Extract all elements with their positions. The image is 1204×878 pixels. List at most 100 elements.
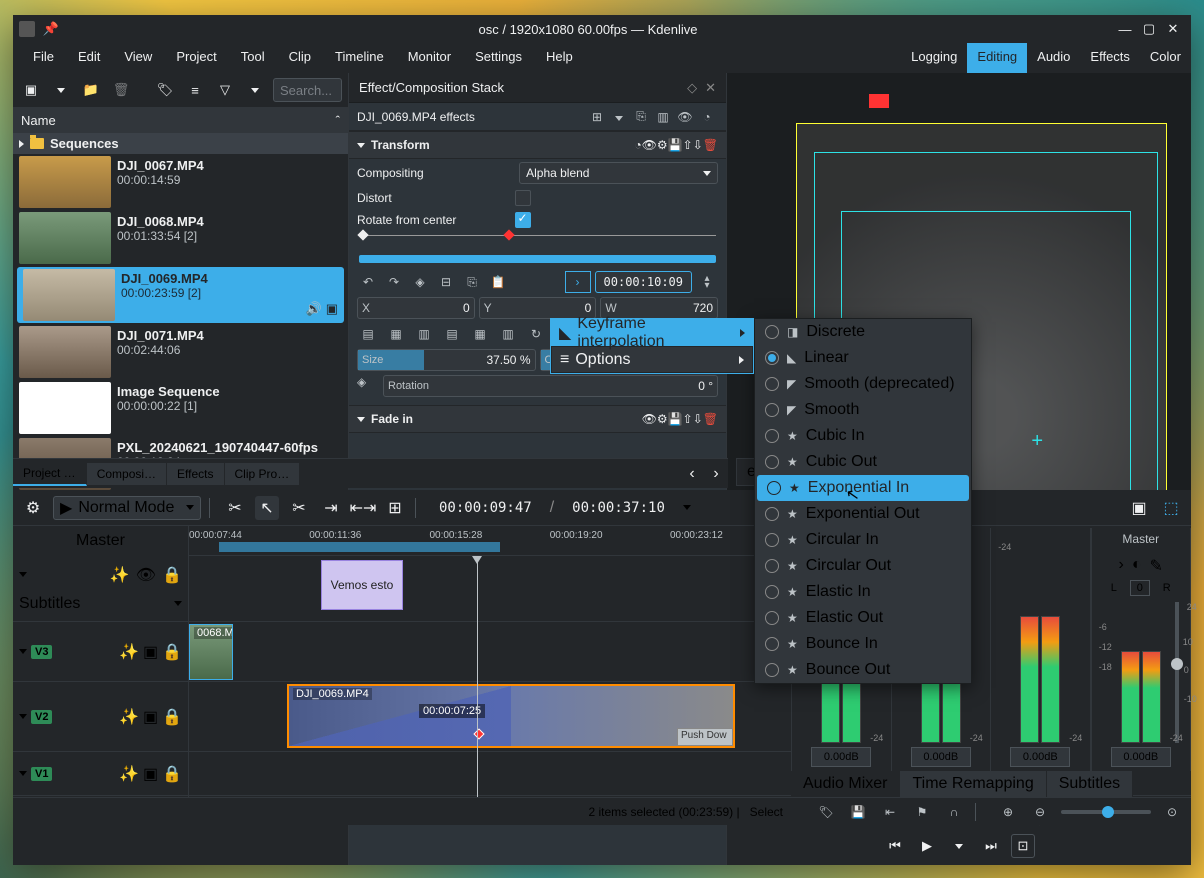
align-center-v-icon[interactable]: ▦ — [469, 323, 491, 345]
tc-dropdown-icon[interactable] — [683, 505, 691, 510]
add-dropdown-icon[interactable] — [49, 78, 73, 102]
tab-project-bin[interactable]: Project … — [13, 462, 87, 486]
align-right-icon[interactable]: ▥ — [413, 323, 435, 345]
save-icon[interactable]: 💾 — [668, 138, 683, 152]
razor-tool-icon[interactable]: ✂ — [223, 496, 247, 520]
maximize-button[interactable]: ▢ — [1137, 21, 1161, 37]
kf-goto-icon[interactable]: › — [565, 271, 591, 293]
thumbnails-icon[interactable]: ▣ — [143, 707, 158, 727]
kf-remove-icon[interactable]: ⊟ — [435, 271, 457, 293]
kf-spinner-icon[interactable]: ▴▾ — [696, 271, 718, 293]
nav-right-icon[interactable]: › — [704, 462, 728, 486]
interp-bounce-in[interactable]: ★Bounce In — [755, 631, 971, 657]
zoom-out-icon[interactable]: ⊖ — [1029, 805, 1051, 819]
master-fader[interactable] — [1175, 602, 1179, 743]
mix-toggle-icon[interactable]: ▣ — [1127, 496, 1151, 520]
db-input[interactable]: 0.00dB — [1010, 747, 1070, 767]
tab-compositions[interactable]: Composi… — [87, 463, 167, 485]
eye-icon[interactable]: 👁 — [674, 110, 696, 124]
track-header-v2[interactable]: V2 ✨ ▣ 🔒 — [13, 682, 188, 752]
nav-left-icon[interactable]: ‹ — [680, 462, 704, 486]
collapse-icon[interactable] — [19, 572, 27, 577]
move-down-icon[interactable]: ⇩ — [693, 412, 703, 426]
bin-column-header[interactable]: Name ˆ — [13, 107, 348, 133]
interp-smooth[interactable]: ◤Smooth — [755, 397, 971, 423]
align-top-icon[interactable]: ▤ — [441, 323, 463, 345]
menu-file[interactable]: File — [21, 43, 66, 73]
move-up-icon[interactable]: ⇧ — [683, 412, 693, 426]
thumbnails-icon[interactable]: ▣ — [143, 642, 158, 662]
kf-copy-icon[interactable]: ⎘ — [461, 271, 483, 293]
clip-item[interactable]: Image Sequence 00:00:00:22 [1] — [13, 380, 348, 436]
mute-icon[interactable]: ◐ — [1132, 556, 1142, 576]
delete-effect-icon[interactable]: 🗑 — [703, 138, 718, 152]
settings-icon[interactable]: ⚙ — [657, 412, 668, 426]
collapse-icon[interactable] — [19, 714, 27, 719]
menu-edit[interactable]: Edit — [66, 43, 112, 73]
effects-icon[interactable]: ✨ — [119, 707, 139, 727]
multicam-tool-icon[interactable]: ⊞ — [383, 496, 407, 520]
tag-icon[interactable]: 🏷 — [153, 78, 177, 102]
clip-item[interactable]: DJI_0071.MP4 00:02:44:06 — [13, 324, 348, 380]
keyframe-toggle-icon[interactable]: ◔ — [634, 138, 641, 152]
track-header-v3[interactable]: V3 ✨ ▣ 🔒 — [13, 622, 188, 682]
move-up-icon[interactable]: ⇧ — [683, 138, 693, 152]
menu-clip[interactable]: Clip — [277, 43, 323, 73]
interp-elastic-in[interactable]: ★Elastic In — [755, 579, 971, 605]
timeline-preview-icon[interactable]: ⬚ — [1159, 496, 1183, 520]
refresh-icon[interactable]: ↻ — [525, 323, 547, 345]
crop-icon[interactable]: ⊡ — [1011, 834, 1035, 858]
save-icon[interactable]: 💾 — [847, 805, 869, 819]
thumbnails-icon[interactable]: ▣ — [143, 764, 158, 784]
lock-icon[interactable]: 🔒 — [162, 707, 182, 727]
close-button[interactable]: ✕ — [1161, 21, 1185, 37]
timer-icon[interactable]: ◔ — [696, 110, 718, 124]
interp-smooth-deprecated[interactable]: ◤Smooth (deprecated) — [755, 371, 971, 397]
visibility-icon[interactable]: 👁 — [642, 138, 657, 152]
edit-mode-select[interactable]: ▶ Normal Mode — [53, 496, 201, 520]
timecode-current[interactable]: 00:00:09:47 — [429, 500, 542, 516]
ripple-tool-icon[interactable]: ⇥ — [319, 496, 343, 520]
interp-circular-in[interactable]: ★Circular In — [755, 527, 971, 553]
pin-icon[interactable]: 📌 — [39, 17, 63, 41]
effects-icon[interactable]: ✨ — [110, 565, 130, 585]
effect-transform-header[interactable]: Transform ◔ 👁 ⚙ 💾 ⇧ ⇩ 🗑 — [349, 131, 726, 159]
transition-label[interactable]: Push Dow — [677, 728, 733, 746]
snap-icon[interactable]: ∩ — [943, 805, 965, 819]
lock-icon[interactable]: 🔒 — [162, 642, 182, 662]
interp-cubic-in[interactable]: ★Cubic In — [755, 423, 971, 449]
copy-icon[interactable]: ⎘ — [630, 109, 652, 124]
track-header-subtitles[interactable]: ✨ 👁 🔒 Subtitles — [13, 556, 188, 622]
effects-icon[interactable]: ✨ — [119, 642, 139, 662]
marker-icon[interactable]: ⚑ — [911, 805, 933, 819]
close-panel-icon[interactable]: ✕ — [705, 80, 716, 96]
subtitle-clip[interactable]: Vemos esto — [321, 560, 403, 610]
layout-audio[interactable]: Audio — [1027, 43, 1080, 73]
clip-item-selected[interactable]: DJI_0069.MP4 00:00:23:59 [2] 🔊 ▣ — [17, 267, 344, 323]
float-icon[interactable]: ◇ — [687, 80, 697, 96]
save-icon[interactable]: 💾 — [668, 412, 683, 426]
timeline-zone[interactable] — [219, 542, 500, 552]
link-icon[interactable]: ⊞ — [586, 110, 608, 124]
timeline-menu-icon[interactable]: ⚙ — [21, 496, 45, 520]
menu-tool[interactable]: Tool — [229, 43, 277, 73]
x-input[interactable]: X0 — [357, 297, 475, 319]
lock-icon[interactable]: 🔒 — [162, 764, 182, 784]
add-clip-icon[interactable]: ▣ — [19, 78, 43, 102]
monitor-icon[interactable]: ✎ — [1150, 556, 1163, 576]
collapse-icon[interactable] — [19, 649, 27, 654]
keyframe-track[interactable] — [359, 255, 716, 263]
zoom-in-icon[interactable]: ⊕ — [997, 805, 1019, 819]
filter-dropdown-icon[interactable] — [243, 78, 267, 102]
menu-timeline[interactable]: Timeline — [323, 43, 396, 73]
split-icon[interactable]: ▥ — [652, 110, 674, 124]
kf-next-icon[interactable]: ↷ — [383, 271, 405, 293]
kf-add-icon[interactable]: ◈ — [409, 271, 431, 293]
align-left-icon[interactable]: ▤ — [357, 323, 379, 345]
clip-item[interactable]: DJI_0067.MP4 00:00:14:59 — [13, 154, 348, 210]
spacer-tool-icon[interactable]: ✂ — [287, 496, 311, 520]
zoom-slider[interactable] — [1061, 810, 1151, 814]
effect-fadein-header[interactable]: Fade in 👁 ⚙ 💾 ⇧ ⇩ 🗑 — [349, 405, 726, 433]
tab-subtitles[interactable]: Subtitles — [1047, 771, 1133, 799]
filter-icon[interactable]: ▽ — [213, 78, 237, 102]
